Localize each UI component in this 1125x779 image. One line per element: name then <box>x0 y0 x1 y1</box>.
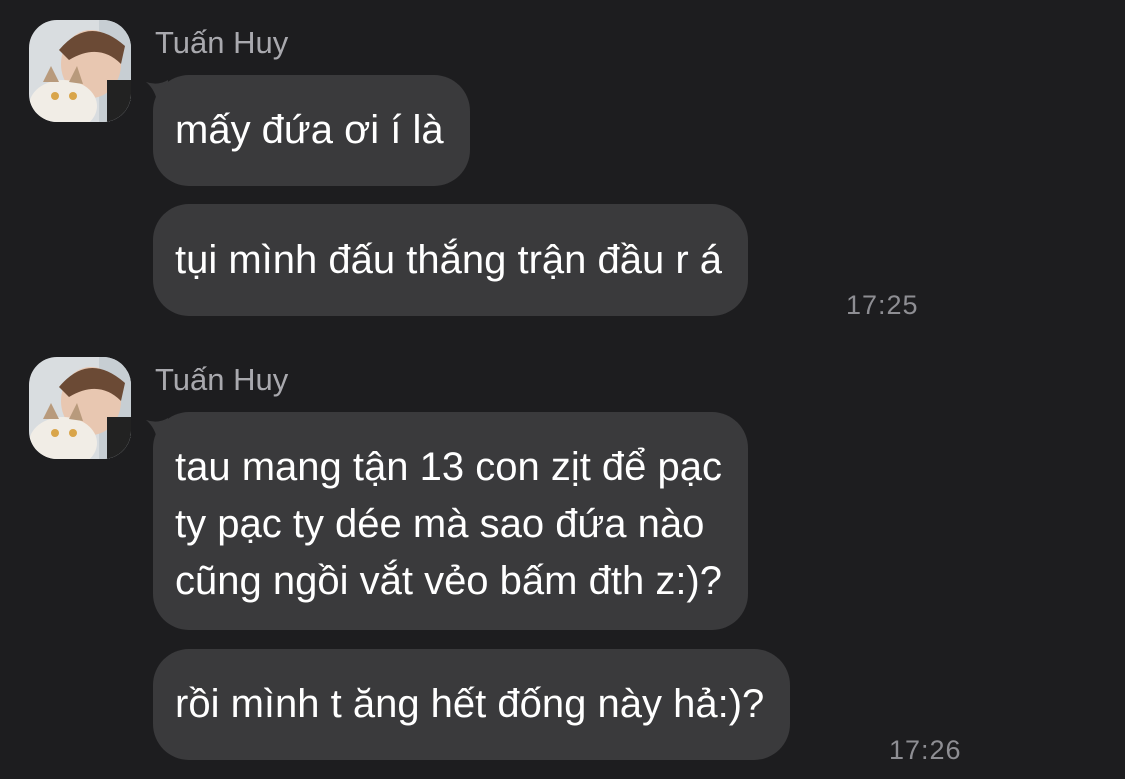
message-text-line: cũng ngồi vắt vẻo bấm đth z:)? <box>175 559 722 603</box>
sender-avatar[interactable] <box>29 20 131 122</box>
message-bubble[interactable]: tụi mình đấu thắng trận đầu r á <box>153 204 749 316</box>
message-text-line: ty pạc ty dée mà sao đứa nào <box>175 502 705 546</box>
message-text-line: tau mang tận 13 con zịt để pạc <box>175 445 723 489</box>
message-timestamp: 17:26 <box>889 735 962 765</box>
message-timestamp: 17:25 <box>846 290 919 320</box>
message-text: rồi mình t ăng hết đống này hả:)? <box>175 682 765 726</box>
user-avatar-with-cat-icon <box>29 357 131 459</box>
sender-name[interactable]: Tuấn Huy <box>155 362 288 398</box>
message-text: tụi mình đấu thắng trận đầu r á <box>175 238 723 282</box>
message-bubble[interactable]: mấy đứa ơi í là <box>153 75 470 186</box>
message-bubble[interactable]: rồi mình t ăng hết đống này hả:)? <box>153 649 791 760</box>
sender-name[interactable]: Tuấn Huy <box>155 25 288 61</box>
user-avatar-with-cat-icon <box>29 20 131 122</box>
sender-avatar[interactable] <box>29 357 131 459</box>
message-bubble[interactable]: tau mang tận 13 con zịt để pạc ty pạc ty… <box>153 412 749 630</box>
message-text: mấy đứa ơi í là <box>175 108 444 152</box>
